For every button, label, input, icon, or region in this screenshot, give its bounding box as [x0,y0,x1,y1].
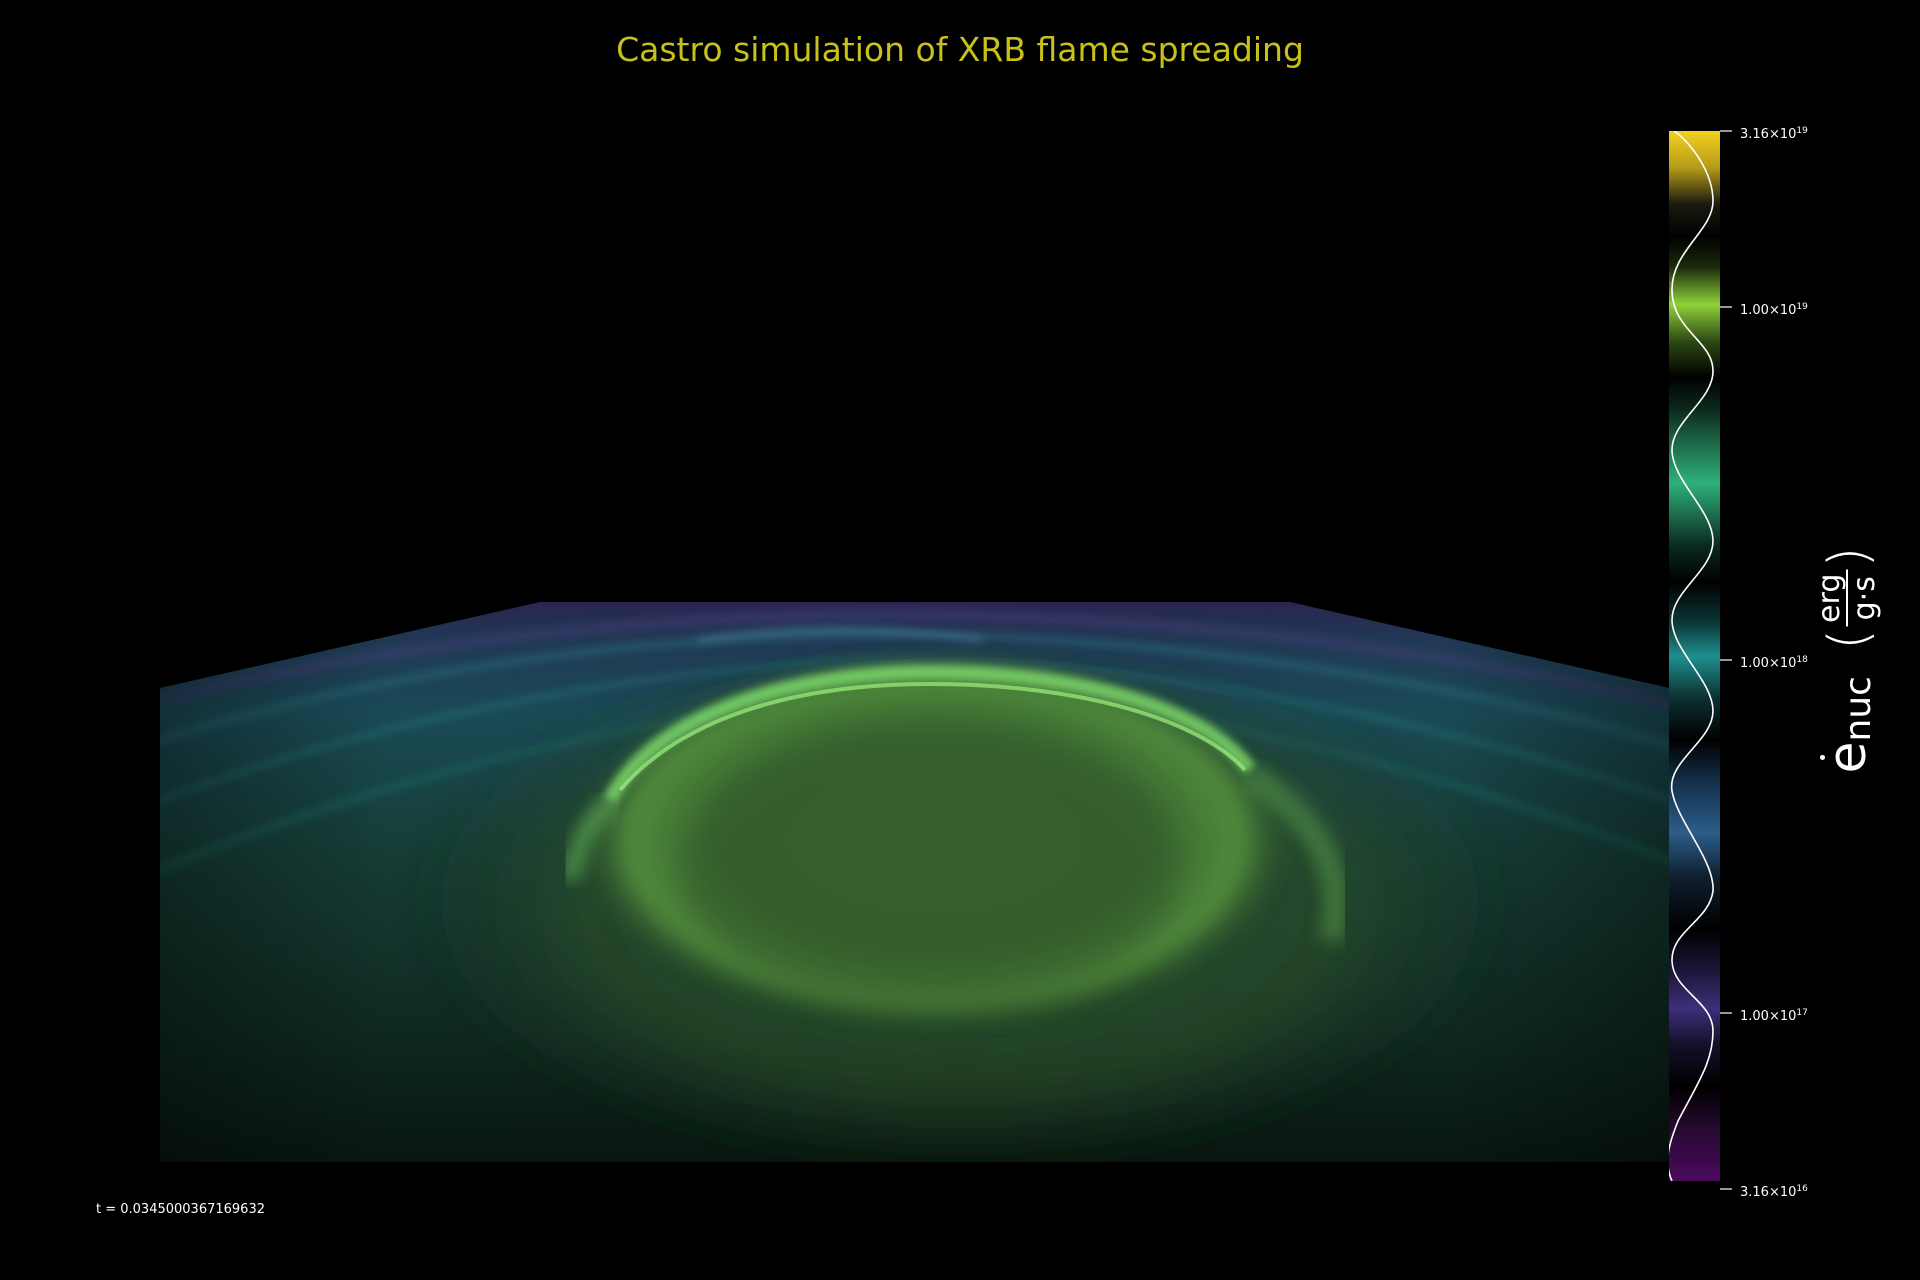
colorbar-tick-label: 1.00×1017 [1740,1008,1808,1024]
colorbar-label-symbol: e [1818,741,1878,774]
colorbar [1669,131,1720,1181]
colorbar-tick-label: 1.00×1019 [1740,302,1808,318]
colorbar-tick-label: 3.16×1019 [1740,126,1808,142]
colorbar-label-subscript: nuc [1837,676,1879,742]
colorbar-label: e nuc ( erg g·s ) [1812,546,1882,774]
colorbar-label-denominator: g·s [1847,576,1882,621]
colorbar-tick-label: 3.16×1016 [1740,1184,1808,1200]
flame-volume-render [160,602,1669,1162]
time-annotation: t = 0.0345000367169632 [96,1202,265,1217]
colorbar-label-numerator: erg [1812,569,1848,627]
colorbar-ticks [1720,130,1732,1190]
colorbar-tick-label: 1.00×1018 [1740,655,1808,671]
